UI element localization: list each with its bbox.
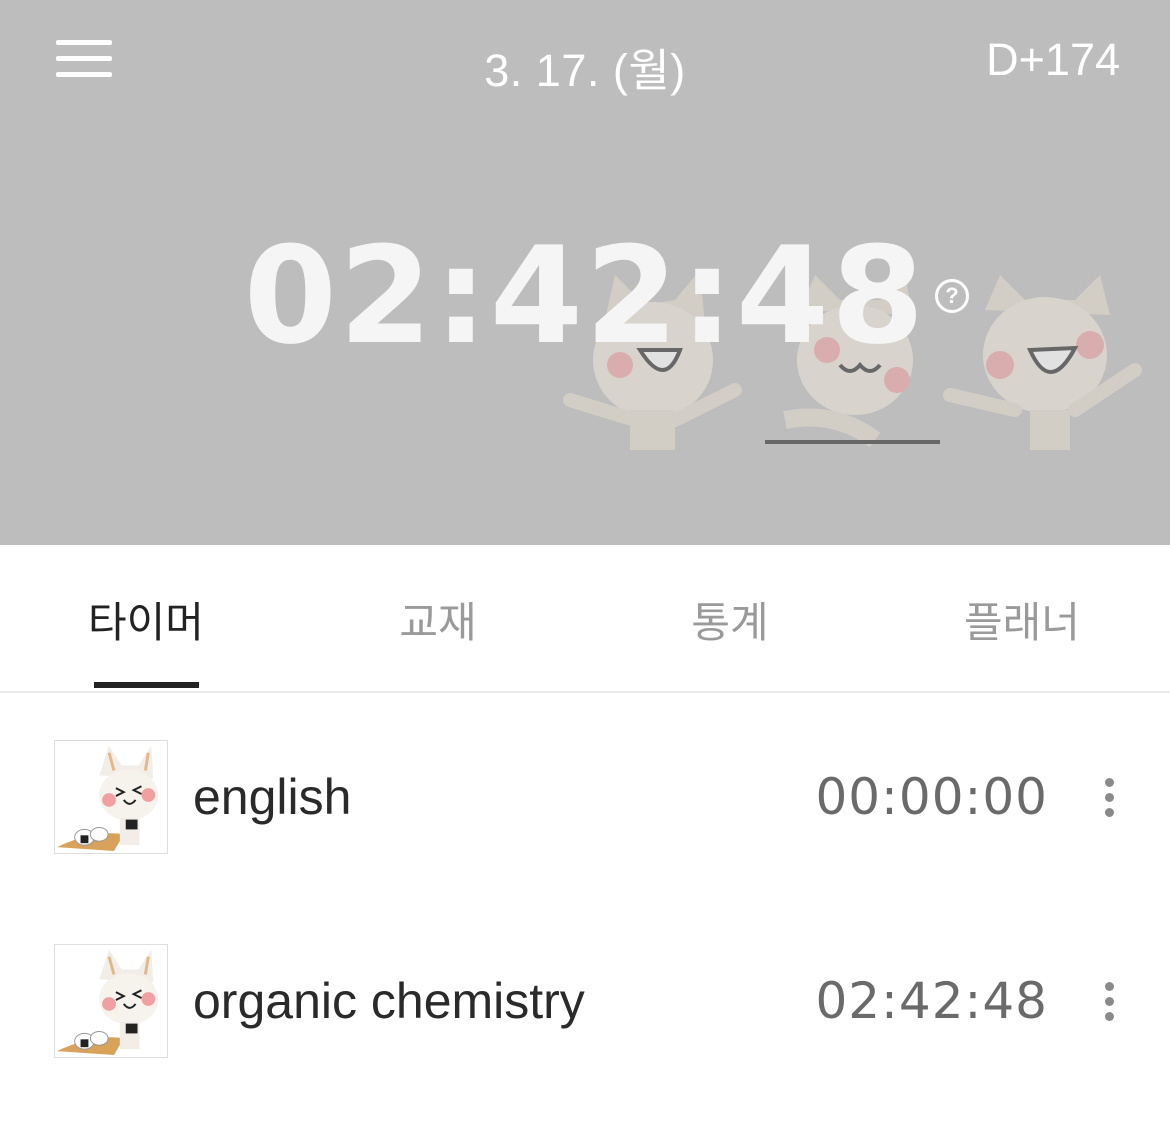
total-study-timer: 02:42:48	[243, 218, 927, 374]
cat-onigiri-icon	[54, 740, 168, 854]
tab-textbook[interactable]: 교재	[292, 589, 584, 650]
tab-statistics[interactable]: 통계	[584, 589, 876, 650]
tab-planner[interactable]: 플래너	[876, 589, 1168, 650]
current-date: 3. 17. (월)	[484, 45, 686, 96]
tab-bar: 타이머 교재 통계 플래너	[0, 545, 1170, 693]
header-banner: 3. 17. (월) D+174 02:42:48 ?	[0, 0, 1170, 545]
subject-name: organic chemistry	[193, 973, 585, 1029]
more-options-icon[interactable]	[1100, 776, 1120, 824]
more-options-icon[interactable]	[1100, 980, 1120, 1028]
subject-timer: 02:42:48	[815, 972, 1048, 1030]
cat-onigiri-icon	[54, 944, 168, 1058]
tab-timer[interactable]: 타이머	[0, 589, 292, 650]
subject-row-organic-chemistry[interactable]: organic chemistry 02:42:48	[0, 944, 1170, 1064]
subject-name: english	[193, 769, 352, 825]
subject-timer: 00:00:00	[815, 768, 1048, 826]
active-tab-indicator	[94, 682, 199, 688]
help-icon[interactable]: ?	[935, 279, 969, 313]
hamburger-menu-icon[interactable]	[56, 40, 112, 78]
d-day-counter: D+174	[986, 34, 1120, 85]
subject-row-english[interactable]: english 00:00:00	[0, 740, 1170, 860]
